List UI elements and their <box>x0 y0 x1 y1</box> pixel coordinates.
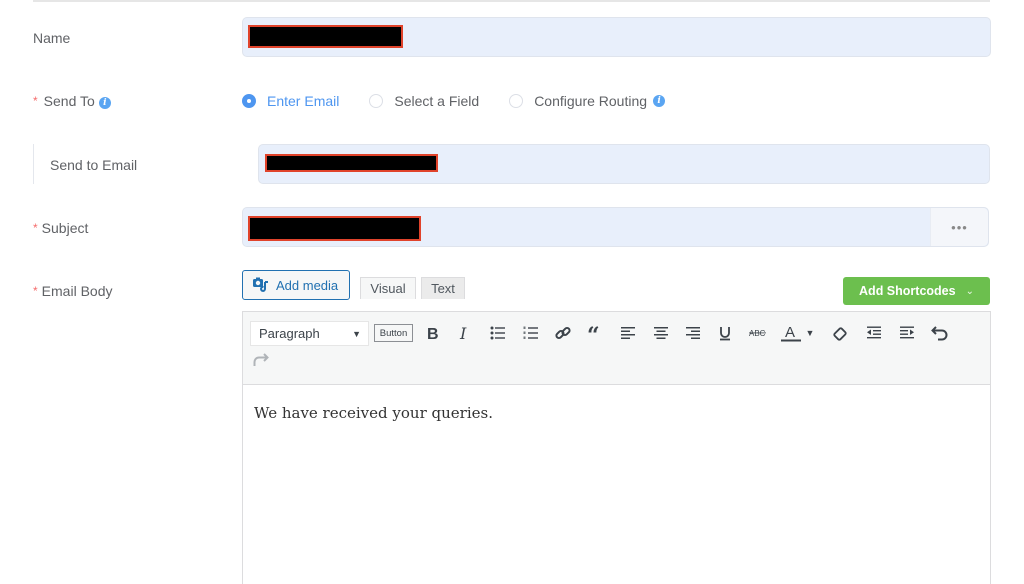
insert-button-button[interactable]: Button <box>374 324 413 342</box>
info-icon[interactable]: i <box>98 97 111 109</box>
svg-text:I: I <box>459 325 467 341</box>
required-asterisk: * <box>33 284 38 298</box>
strikethrough-icon[interactable]: ABC <box>747 323 769 343</box>
redacted-value <box>265 154 438 172</box>
color-dropdown-icon[interactable]: ▼ <box>803 323 817 343</box>
bullet-list-icon[interactable] <box>487 323 509 343</box>
outdent-icon[interactable] <box>863 323 885 343</box>
send-to-email-input[interactable] <box>258 144 990 184</box>
send-to-email-label-text: Send to Email <box>50 157 138 173</box>
caret-down-icon: ▼ <box>352 329 361 339</box>
send-to-email-label: Send to Email <box>50 156 137 174</box>
undo-icon[interactable] <box>929 323 951 343</box>
radio-unchecked-icon[interactable] <box>509 94 524 108</box>
numbered-list-icon[interactable] <box>520 323 542 343</box>
tab-visual[interactable]: Visual <box>360 277 416 299</box>
redacted-value <box>248 25 403 48</box>
add-shortcodes-label: Add Shortcodes <box>859 284 956 298</box>
italic-icon[interactable]: I <box>454 323 476 343</box>
link-icon[interactable] <box>552 323 574 343</box>
email-notification-form: Name * Send To i Enter Email Select a Fiel… <box>0 0 1024 584</box>
tab-label: Text <box>431 281 455 296</box>
bold-icon[interactable]: B <box>422 323 444 343</box>
subject-label: * Subject <box>33 219 88 238</box>
tab-text[interactable]: Text <box>421 277 465 299</box>
tab-label: Visual <box>370 281 406 296</box>
media-icon <box>253 277 268 292</box>
send-to-label-text: Send To <box>43 93 95 109</box>
redo-icon[interactable] <box>252 352 274 372</box>
svg-text:“: “ <box>587 326 600 340</box>
info-icon[interactable]: i <box>653 95 666 107</box>
subject-input[interactable] <box>242 207 989 247</box>
email-body-label: * Email Body <box>33 282 112 301</box>
radio-label: Configure Routing <box>534 93 648 109</box>
nested-field-border <box>33 144 34 184</box>
insert-button-label: Button <box>379 327 408 339</box>
redacted-value <box>248 216 421 241</box>
svg-text:B: B <box>427 326 439 341</box>
rich-text-editor: Paragraph ▼ Button B I “ ABC A ▼ We have… <box>242 311 991 584</box>
subject-label-text: Subject <box>41 220 89 236</box>
chevron-down-icon: ⌄ <box>965 285 974 297</box>
radio-label: Select a Field <box>394 93 480 109</box>
name-label: Name <box>33 29 70 47</box>
add-shortcodes-button[interactable]: Add Shortcodes ⌄ <box>843 277 990 305</box>
add-media-button[interactable]: Add media <box>242 270 350 300</box>
radio-configure-routing[interactable]: Configure Routing i <box>509 93 666 109</box>
radio-unchecked-icon[interactable] <box>369 94 384 108</box>
underline-icon[interactable] <box>714 323 736 343</box>
align-left-icon[interactable] <box>617 323 639 343</box>
radio-enter-email[interactable]: Enter Email <box>242 93 339 109</box>
editor-content[interactable]: We have received your queries. <box>254 404 493 422</box>
radio-checked-icon[interactable] <box>242 94 256 108</box>
section-divider <box>33 0 990 2</box>
svg-text:A: A <box>785 324 795 341</box>
align-center-icon[interactable] <box>650 323 672 343</box>
text-color-icon[interactable]: A <box>780 323 802 343</box>
blockquote-icon[interactable]: “ <box>585 323 607 343</box>
clear-formatting-icon[interactable] <box>830 323 852 343</box>
required-asterisk: * <box>33 94 38 108</box>
svg-text:ABC: ABC <box>749 329 766 338</box>
indent-icon[interactable] <box>896 323 918 343</box>
name-input[interactable] <box>242 17 991 57</box>
add-media-label: Add media <box>276 277 339 293</box>
subject-more-button[interactable]: ••• <box>930 208 988 246</box>
required-asterisk: * <box>33 221 38 235</box>
more-icon: ••• <box>951 219 968 235</box>
send-to-radio-group: Enter Email Select a Field Configure Rou… <box>242 92 695 110</box>
send-to-label: * Send To i <box>33 92 111 111</box>
radio-label: Enter Email <box>267 93 340 109</box>
align-right-icon[interactable] <box>682 323 704 343</box>
radio-select-field[interactable]: Select a Field <box>369 93 479 109</box>
format-select[interactable]: Paragraph ▼ <box>250 321 369 346</box>
editor-toolbar: Paragraph ▼ Button B I “ ABC A ▼ <box>243 312 990 385</box>
email-body-label-text: Email Body <box>41 283 113 299</box>
editor-paragraph: We have received your queries. <box>254 404 493 422</box>
format-select-value: Paragraph <box>259 326 320 341</box>
name-label-text: Name <box>33 30 71 46</box>
